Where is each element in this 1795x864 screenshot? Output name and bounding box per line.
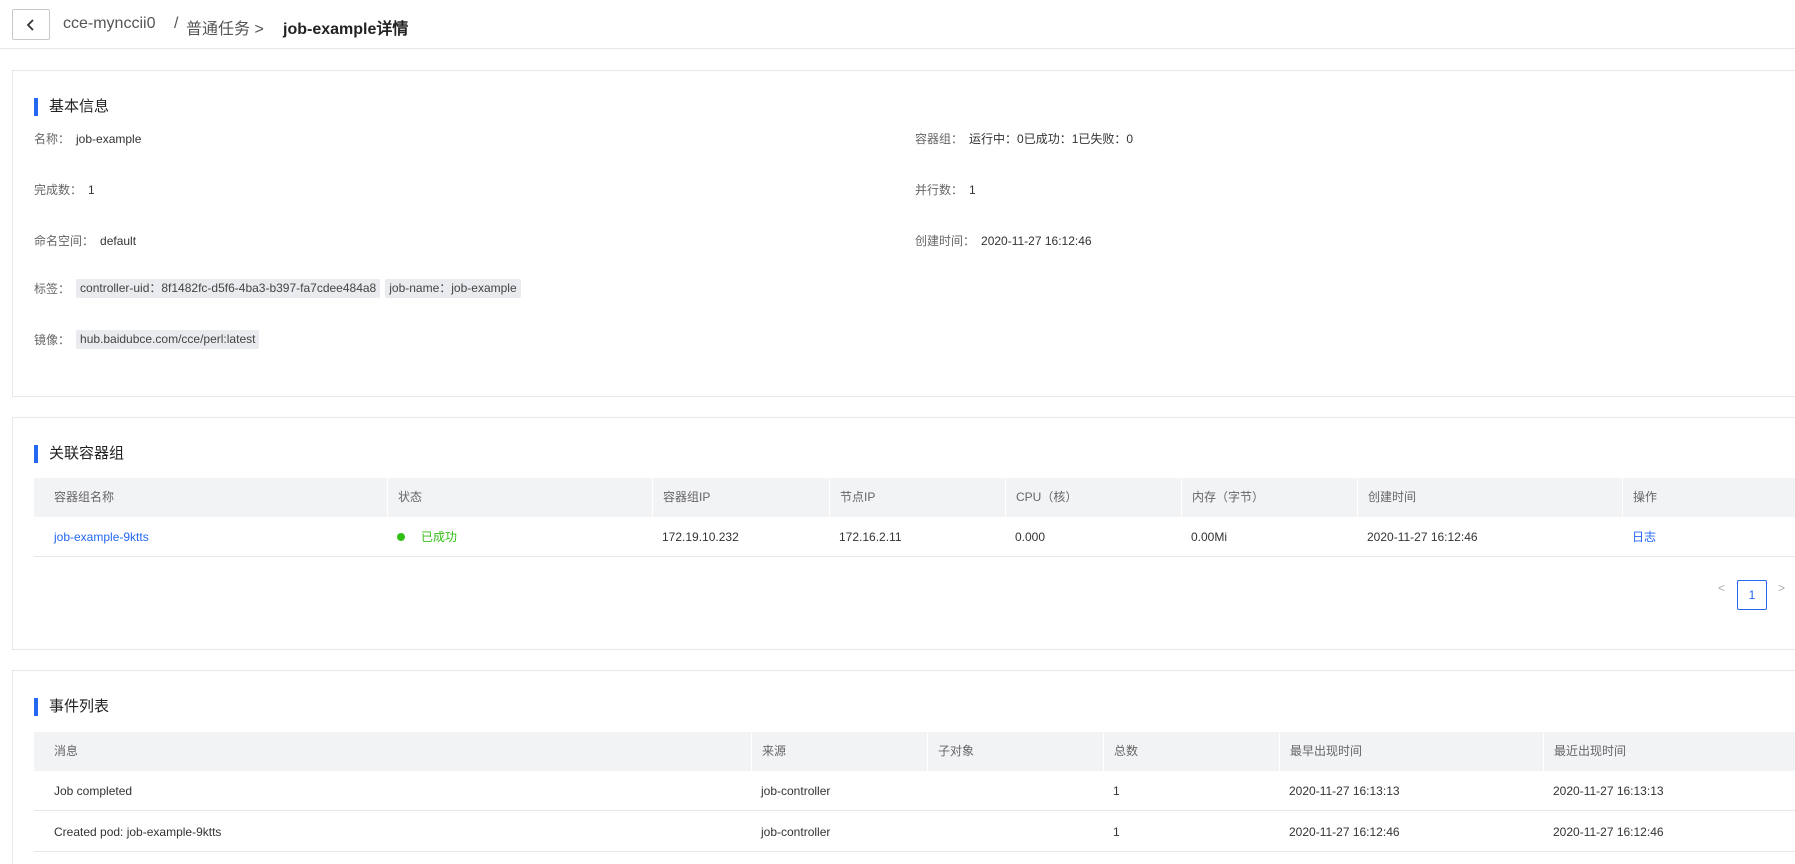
- pods-col-status: 状态: [387, 478, 652, 517]
- breadcrumb-separator: /: [174, 15, 179, 32]
- status-badge: 已成功: [387, 517, 457, 557]
- events-title: 事件列表: [34, 698, 109, 716]
- field-name-value: job-example: [76, 131, 142, 146]
- field-name: 名称： job-example: [34, 130, 141, 147]
- field-image-label: 镜像：: [34, 333, 71, 347]
- field-namespace: 命名空间： default: [34, 232, 136, 249]
- event-count: 1: [1113, 784, 1120, 798]
- pods-table-header: 容器组名称 状态 容器组IP 节点IP CPU（核） 内存（字节） 创建时间 操…: [34, 478, 1795, 517]
- events-col-source: 来源: [751, 732, 927, 771]
- pods-col-memory: 内存（字节）: [1181, 478, 1357, 517]
- pod-cpu: 0.000: [1015, 530, 1046, 544]
- chevron-left-icon: [26, 18, 34, 31]
- events-card: 事件列表 消息 来源 子对象 总数 最早出现时间 最近出现时间 Job comp…: [12, 670, 1795, 864]
- field-parallelism-label: 并行数：: [915, 183, 964, 197]
- back-button[interactable]: [12, 9, 50, 40]
- basic-info-card: 基本信息 名称： job-example 容器组： 运行中：0已成功：1已失败：…: [12, 70, 1795, 397]
- field-parallelism: 并行数： 1: [915, 181, 976, 198]
- field-pods: 容器组： 运行中：0已成功：1已失败：0: [915, 130, 1133, 147]
- pager-page-1[interactable]: 1: [1737, 580, 1767, 610]
- log-link[interactable]: 日志: [1632, 530, 1656, 544]
- field-labels-label: 标签：: [34, 282, 71, 296]
- related-pods-title: 关联容器组: [34, 445, 124, 463]
- pod-created: 2020-11-27 16:12:46: [1367, 530, 1478, 544]
- field-created-value: 2020-11-27 16:12:46: [981, 233, 1092, 248]
- event-sub: [927, 771, 937, 811]
- pods-col-name: 容器组名称: [54, 490, 115, 504]
- field-pods-label: 容器组：: [915, 132, 964, 146]
- label-tag: job-name：job-example: [385, 279, 521, 298]
- field-completions: 完成数： 1: [34, 181, 95, 198]
- pods-table: 容器组名称 状态 容器组IP 节点IP CPU（核） 内存（字节） 创建时间 操…: [34, 478, 1795, 558]
- field-labels: 标签： controller-uid：8f1482fc-d5f6-4ba3-b3…: [34, 279, 526, 298]
- pod-memory: 0.00Mi: [1191, 530, 1228, 544]
- event-first: 2020-11-27 16:12:46: [1289, 825, 1400, 839]
- pager-prev-button[interactable]: <: [1718, 581, 1725, 595]
- related-pods-card: 关联容器组 容器组名称 状态 容器组IP 节点IP CPU（核） 内存（字节） …: [12, 417, 1795, 650]
- pager-next-button[interactable]: >: [1778, 581, 1785, 595]
- events-col-sub: 子对象: [927, 732, 1103, 771]
- pods-col-pod-ip: 容器组IP: [652, 478, 829, 517]
- events-col-count: 总数: [1103, 732, 1279, 771]
- field-created: 创建时间： 2020-11-27 16:12:46: [915, 232, 1092, 249]
- table-row: job-example-9ktts 已成功 172.19.10.232 172.…: [34, 517, 1795, 557]
- field-parallelism-value: 1: [969, 182, 976, 197]
- event-last: 2020-11-27 16:12:46: [1553, 825, 1664, 839]
- events-table: 消息 来源 子对象 总数 最早出现时间 最近出现时间 Job completed…: [34, 732, 1795, 853]
- pods-col-created: 创建时间: [1357, 478, 1622, 517]
- image-tag: hub.baidubce.com/cce/perl:latest: [76, 330, 260, 349]
- table-row: Created pod: job-example-9ktts job-contr…: [34, 812, 1795, 852]
- event-first: 2020-11-27 16:13:13: [1289, 784, 1400, 798]
- events-col-first: 最早出现时间: [1279, 732, 1543, 771]
- node-ip: 172.16.2.11: [839, 530, 902, 544]
- event-source: job-controller: [761, 784, 831, 798]
- breadcrumb-parent[interactable]: 普通任务 >: [186, 15, 264, 39]
- events-table-header: 消息 来源 子对象 总数 最早出现时间 最近出现时间: [34, 732, 1795, 771]
- pods-col-action: 操作: [1622, 478, 1795, 517]
- event-sub: [927, 812, 937, 852]
- event-source: job-controller: [761, 825, 831, 839]
- pod-name-link[interactable]: job-example-9ktts: [54, 530, 149, 544]
- events-col-message: 消息: [54, 744, 79, 758]
- event-last: 2020-11-27 16:13:13: [1553, 784, 1664, 798]
- pod-ip: 172.19.10.232: [662, 530, 739, 544]
- pods-col-cpu: CPU（核）: [1005, 478, 1181, 517]
- event-message: Job completed: [54, 784, 133, 798]
- event-count: 1: [1113, 825, 1120, 839]
- status-dot-icon: [397, 533, 405, 541]
- page-header: cce-mynccii0 / 普通任务 > job-example详情: [0, 0, 1795, 49]
- field-namespace-label: 命名空间：: [34, 234, 95, 248]
- field-namespace-value: default: [100, 233, 137, 248]
- field-image: 镜像： hub.baidubce.com/cce/perl:latest: [34, 330, 264, 349]
- field-name-label: 名称：: [34, 132, 71, 146]
- status-text: 已成功: [421, 530, 458, 544]
- field-pods-value: 运行中：0已成功：1已失败：0: [969, 132, 1134, 146]
- basic-info-title: 基本信息: [34, 98, 109, 116]
- page-title: job-example详情: [283, 21, 409, 38]
- table-row: Job completed job-controller 1 2020-11-2…: [34, 771, 1795, 811]
- label-tag: controller-uid：8f1482fc-d5f6-4ba3-b397-f…: [76, 279, 381, 298]
- field-completions-value: 1: [88, 182, 95, 197]
- field-completions-label: 完成数：: [34, 183, 83, 197]
- pods-col-node-ip: 节点IP: [829, 478, 1005, 517]
- field-created-label: 创建时间：: [915, 234, 976, 248]
- event-message: Created pod: job-example-9ktts: [54, 825, 222, 839]
- events-col-last: 最近出现时间: [1543, 732, 1795, 771]
- breadcrumb-cluster[interactable]: cce-mynccii0: [63, 15, 155, 33]
